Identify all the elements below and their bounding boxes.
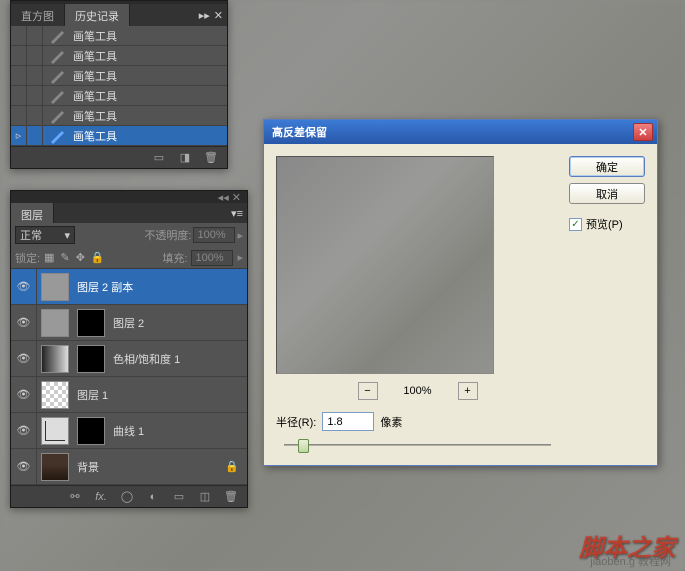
layers-tabs: 图层 ▾≡ <box>11 203 247 223</box>
lock-transparency-icon[interactable]: ▦ <box>44 251 54 264</box>
panel-grip[interactable]: ◂◂ ✕ <box>11 191 247 203</box>
opacity-input[interactable]: 100% <box>193 227 235 243</box>
radius-label: 半径(R): <box>276 414 316 430</box>
mask-icon[interactable]: ◯ <box>119 490 135 504</box>
zoom-controls: − 100% + <box>276 382 559 400</box>
lock-icon: 🔒 <box>225 460 239 473</box>
trash-icon[interactable]: 🗑 <box>203 151 219 165</box>
history-list: 画笔工具 画笔工具 画笔工具 画笔工具 画笔工具 ▹ 画笔工具 <box>11 26 227 146</box>
zoom-in-button[interactable]: + <box>458 382 478 400</box>
layer-thumb[interactable] <box>41 345 69 373</box>
preview-checkbox-row[interactable]: ✓ 预览(P) <box>569 216 645 232</box>
history-item[interactable]: ▹ 画笔工具 <box>11 126 227 146</box>
blend-mode-select[interactable]: 正常▾ <box>15 226 75 244</box>
zoom-level: 100% <box>398 385 438 397</box>
layer-thumb[interactable] <box>41 309 69 337</box>
preview-label: 预览(P) <box>586 216 623 232</box>
chevron-right-icon[interactable]: ▸ <box>237 229 243 242</box>
layer-mask-thumb[interactable] <box>77 309 105 337</box>
tab-histogram[interactable]: 直方图 <box>11 4 65 26</box>
history-panel: 直方图 历史记录 ▸▸ ✕ 画笔工具 画笔工具 画笔工具 画笔工具 <box>10 0 228 169</box>
lock-row: 锁定: ▦ ✎ ✥ 🔒 填充: 100% ▸ <box>11 247 247 269</box>
layer-mask-thumb[interactable] <box>77 345 105 373</box>
brush-icon <box>49 67 67 85</box>
brush-icon <box>49 27 67 45</box>
zoom-out-button[interactable]: − <box>358 382 378 400</box>
history-item[interactable]: 画笔工具 <box>11 66 227 86</box>
brush-icon <box>49 127 67 145</box>
layer-row[interactable]: 👁 背景 🔒 <box>11 449 247 485</box>
visibility-toggle[interactable]: 👁 <box>11 305 37 341</box>
cancel-button[interactable]: 取消 <box>569 183 645 204</box>
history-footer: ▭ ◨ 🗑 <box>11 146 227 168</box>
layer-thumb[interactable] <box>41 453 69 481</box>
history-item[interactable]: 画笔工具 <box>11 26 227 46</box>
layer-row[interactable]: 👁 图层 2 <box>11 305 247 341</box>
adjustment-icon[interactable]: ◐ <box>145 490 161 504</box>
brush-icon <box>49 107 67 125</box>
layer-list: 👁 图层 2 副本 👁 图层 2 👁 色相/饱和度 1 👁 图层 1 👁 曲线 … <box>11 269 247 485</box>
fill-label: 填充: <box>162 250 187 266</box>
lock-icons: ▦ ✎ ✥ 🔒 <box>44 251 105 264</box>
snapshot-icon[interactable]: ◨ <box>177 151 193 165</box>
history-item[interactable]: 画笔工具 <box>11 106 227 126</box>
visibility-toggle[interactable]: 👁 <box>11 377 37 413</box>
collapse-icon[interactable]: ▸▸ <box>199 9 210 22</box>
radius-input[interactable] <box>322 412 374 431</box>
opacity-label: 不透明度: <box>144 227 191 243</box>
layer-thumb[interactable] <box>41 417 69 445</box>
layer-thumb[interactable] <box>41 381 69 409</box>
layer-row[interactable]: 👁 图层 1 <box>11 377 247 413</box>
trash-icon[interactable]: 🗑 <box>223 490 239 504</box>
panel-menu[interactable]: ▸▸ ✕ <box>199 4 227 26</box>
dialog-body: − 100% + 半径(R): 像素 确定 取消 ✓ 预览(P) <box>264 144 657 465</box>
lock-all-icon[interactable]: 🔒 <box>91 251 105 264</box>
ok-button[interactable]: 确定 <box>569 156 645 177</box>
layers-panel: ◂◂ ✕ 图层 ▾≡ 正常▾ 不透明度: 100% ▸ 锁定: ▦ ✎ ✥ 🔒 … <box>10 190 248 508</box>
watermark-url: jiaoben.g 教程网 <box>590 553 671 569</box>
brush-icon <box>49 47 67 65</box>
fx-icon[interactable]: fx. <box>93 490 109 504</box>
new-layer-icon[interactable]: ◫ <box>197 490 213 504</box>
lock-paint-icon[interactable]: ✎ <box>60 251 69 264</box>
chevron-right-icon[interactable]: ▸ <box>237 251 243 264</box>
fill-input[interactable]: 100% <box>191 250 233 266</box>
new-document-icon[interactable]: ▭ <box>151 151 167 165</box>
layers-options-row: 正常▾ 不透明度: 100% ▸ <box>11 223 247 247</box>
close-button[interactable]: ✕ <box>633 123 653 141</box>
close-icon[interactable]: ✕ <box>214 9 223 22</box>
radius-row: 半径(R): 像素 <box>276 412 559 431</box>
lock-position-icon[interactable]: ✥ <box>76 251 85 264</box>
tab-history[interactable]: 历史记录 <box>65 4 130 26</box>
layer-thumb[interactable] <box>41 273 69 301</box>
radius-slider[interactable] <box>276 437 559 453</box>
history-tabs: 直方图 历史记录 ▸▸ ✕ <box>11 4 227 26</box>
slider-thumb[interactable] <box>298 439 309 453</box>
radius-unit: 像素 <box>380 414 402 430</box>
folder-icon[interactable]: ▭ <box>171 490 187 504</box>
high-pass-dialog: 高反差保留 ✕ − 100% + 半径(R): 像素 确定 取消 <box>263 119 658 466</box>
visibility-toggle[interactable]: 👁 <box>11 269 37 305</box>
tab-layers[interactable]: 图层 <box>11 203 54 223</box>
layer-row[interactable]: 👁 曲线 1 <box>11 413 247 449</box>
dialog-title: 高反差保留 <box>272 124 327 140</box>
visibility-toggle[interactable]: 👁 <box>11 341 37 377</box>
collapse-icon[interactable]: ◂◂ ✕ <box>218 191 241 204</box>
preview-image[interactable] <box>276 156 494 374</box>
history-item[interactable]: 画笔工具 <box>11 46 227 66</box>
preview-checkbox[interactable]: ✓ <box>569 218 582 231</box>
link-icon[interactable]: ⚯ <box>67 490 83 504</box>
brush-icon <box>49 87 67 105</box>
panel-menu[interactable]: ▾≡ <box>231 203 247 223</box>
dialog-title-bar[interactable]: 高反差保留 ✕ <box>264 120 657 144</box>
visibility-toggle[interactable]: 👁 <box>11 449 37 485</box>
layer-row[interactable]: 👁 图层 2 副本 <box>11 269 247 305</box>
layer-row[interactable]: 👁 色相/饱和度 1 <box>11 341 247 377</box>
layers-footer: ⚯ fx. ◯ ◐ ▭ ◫ 🗑 <box>11 485 247 507</box>
history-item[interactable]: 画笔工具 <box>11 86 227 106</box>
visibility-toggle[interactable]: 👁 <box>11 413 37 449</box>
chevron-down-icon: ▾ <box>64 229 70 242</box>
layer-mask-thumb[interactable] <box>77 417 105 445</box>
